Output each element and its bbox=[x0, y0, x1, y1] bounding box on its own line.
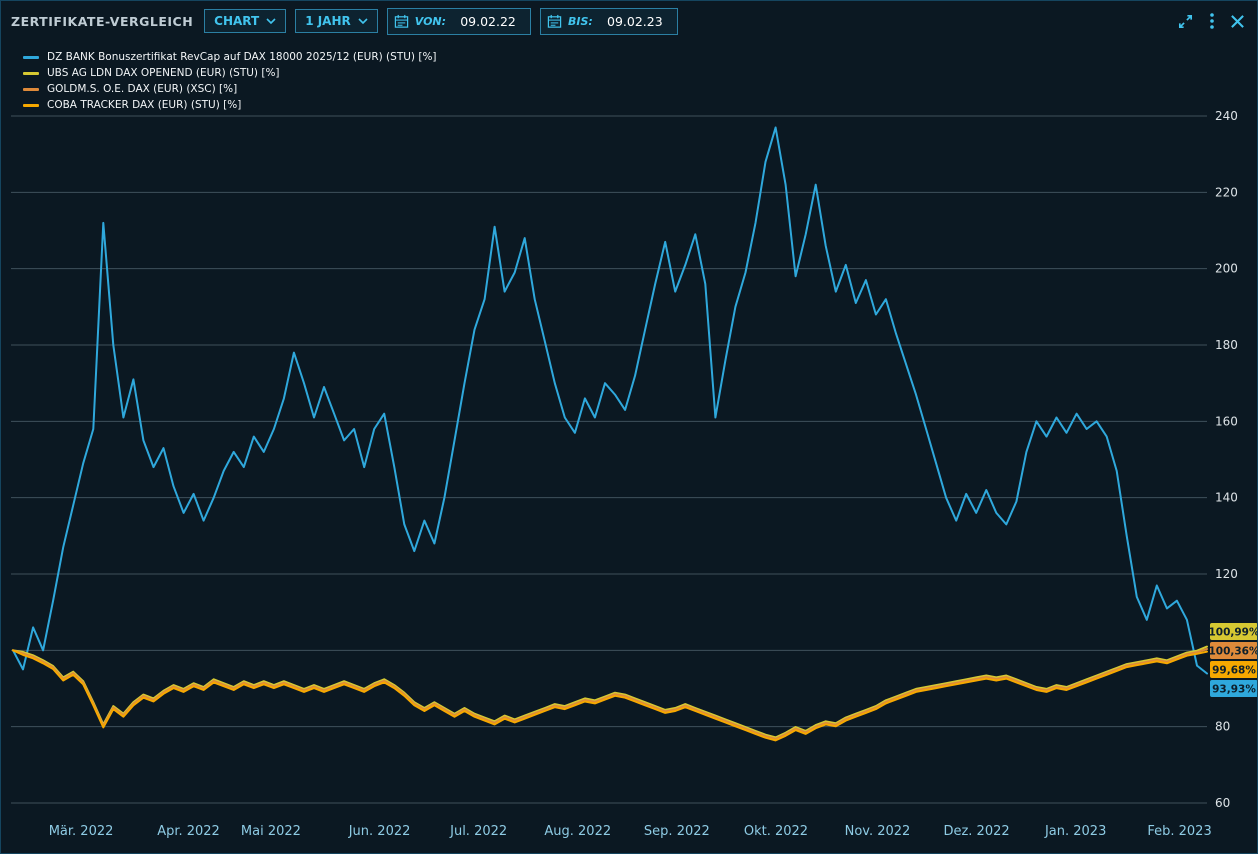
y-axis-label: 60 bbox=[1215, 796, 1230, 810]
y-axis-label: 80 bbox=[1215, 720, 1230, 734]
x-axis-label: Sep. 2022 bbox=[644, 824, 710, 839]
date-to-input[interactable] bbox=[599, 11, 671, 32]
series-line-1 bbox=[13, 647, 1207, 738]
y-axis-label: 140 bbox=[1215, 491, 1238, 505]
date-from-group: VON: bbox=[387, 8, 531, 35]
legend-label: UBS AG LDN DAX OPENEND (EUR) (STU) [%] bbox=[47, 67, 280, 79]
legend-item[interactable]: UBS AG LDN DAX OPENEND (EUR) (STU) [%] bbox=[23, 67, 437, 79]
expand-icon[interactable] bbox=[1177, 13, 1194, 30]
x-axis-label: Nov. 2022 bbox=[845, 824, 911, 839]
last-value-badge-text: 93,93% bbox=[1212, 683, 1256, 695]
certificate-comparison-panel: 6080100120140160180200220240Mär. 2022Apr… bbox=[0, 0, 1258, 854]
chevron-down-icon bbox=[266, 18, 276, 24]
x-axis-label: Mai 2022 bbox=[241, 824, 301, 839]
date-to-label: BIS: bbox=[568, 15, 593, 28]
calendar-icon[interactable] bbox=[394, 14, 409, 29]
legend-swatch bbox=[23, 104, 39, 107]
period-dropdown[interactable]: 1 JAHR bbox=[295, 9, 378, 33]
close-icon[interactable] bbox=[1230, 14, 1245, 29]
toolbar: ZERTIFIKATE-VERGLEICH CHART 1 JAHR VON: … bbox=[11, 7, 1245, 35]
x-axis-label: Dez. 2022 bbox=[943, 824, 1009, 839]
period-dropdown-label: 1 JAHR bbox=[305, 14, 351, 28]
y-axis-label: 200 bbox=[1215, 262, 1238, 276]
calendar-icon[interactable] bbox=[547, 14, 562, 29]
last-value-badge-text: 99,68% bbox=[1212, 664, 1256, 676]
chart-canvas[interactable]: 6080100120140160180200220240Mär. 2022Apr… bbox=[1, 1, 1258, 854]
chart-legend: DZ BANK Bonuszertifikat RevCap auf DAX 1… bbox=[23, 51, 437, 111]
y-axis-label: 220 bbox=[1215, 185, 1238, 199]
series-line-0 bbox=[13, 128, 1207, 674]
y-axis-label: 120 bbox=[1215, 567, 1238, 581]
legend-label: GOLDM.S. O.E. DAX (EUR) (XSC) [%] bbox=[47, 83, 237, 95]
x-axis-label: Apr. 2022 bbox=[157, 824, 220, 839]
legend-swatch bbox=[23, 88, 39, 91]
legend-item[interactable]: DZ BANK Bonuszertifikat RevCap auf DAX 1… bbox=[23, 51, 437, 63]
legend-swatch bbox=[23, 72, 39, 75]
legend-item[interactable]: COBA TRACKER DAX (EUR) (STU) [%] bbox=[23, 99, 437, 111]
x-axis-label: Okt. 2022 bbox=[744, 824, 808, 839]
legend-label: COBA TRACKER DAX (EUR) (STU) [%] bbox=[47, 99, 241, 111]
date-from-label: VON: bbox=[415, 15, 446, 28]
chart-type-dropdown-label: CHART bbox=[214, 14, 259, 28]
last-value-badge-text: 100,36% bbox=[1208, 645, 1258, 657]
x-axis-label: Jun. 2022 bbox=[348, 824, 411, 839]
x-axis-label: Aug. 2022 bbox=[544, 824, 611, 839]
y-axis-label: 160 bbox=[1215, 414, 1238, 428]
chart-type-dropdown[interactable]: CHART bbox=[204, 9, 286, 33]
y-axis-label: 240 bbox=[1215, 109, 1238, 123]
x-axis-label: Feb. 2023 bbox=[1147, 824, 1211, 839]
date-to-group: BIS: bbox=[540, 8, 678, 35]
legend-swatch bbox=[23, 56, 39, 59]
x-axis-label: Jul. 2022 bbox=[449, 824, 507, 839]
x-axis-label: Jan. 2023 bbox=[1044, 824, 1106, 839]
panel-title: ZERTIFIKATE-VERGLEICH bbox=[11, 14, 193, 29]
legend-label: DZ BANK Bonuszertifikat RevCap auf DAX 1… bbox=[47, 51, 437, 63]
date-from-input[interactable] bbox=[452, 11, 524, 32]
legend-item[interactable]: GOLDM.S. O.E. DAX (EUR) (XSC) [%] bbox=[23, 83, 437, 95]
kebab-menu-icon[interactable] bbox=[1209, 12, 1215, 30]
x-axis-label: Mär. 2022 bbox=[49, 824, 114, 839]
y-axis-label: 180 bbox=[1215, 338, 1238, 352]
last-value-badge-text: 100,99% bbox=[1208, 626, 1258, 638]
chevron-down-icon bbox=[358, 18, 368, 24]
